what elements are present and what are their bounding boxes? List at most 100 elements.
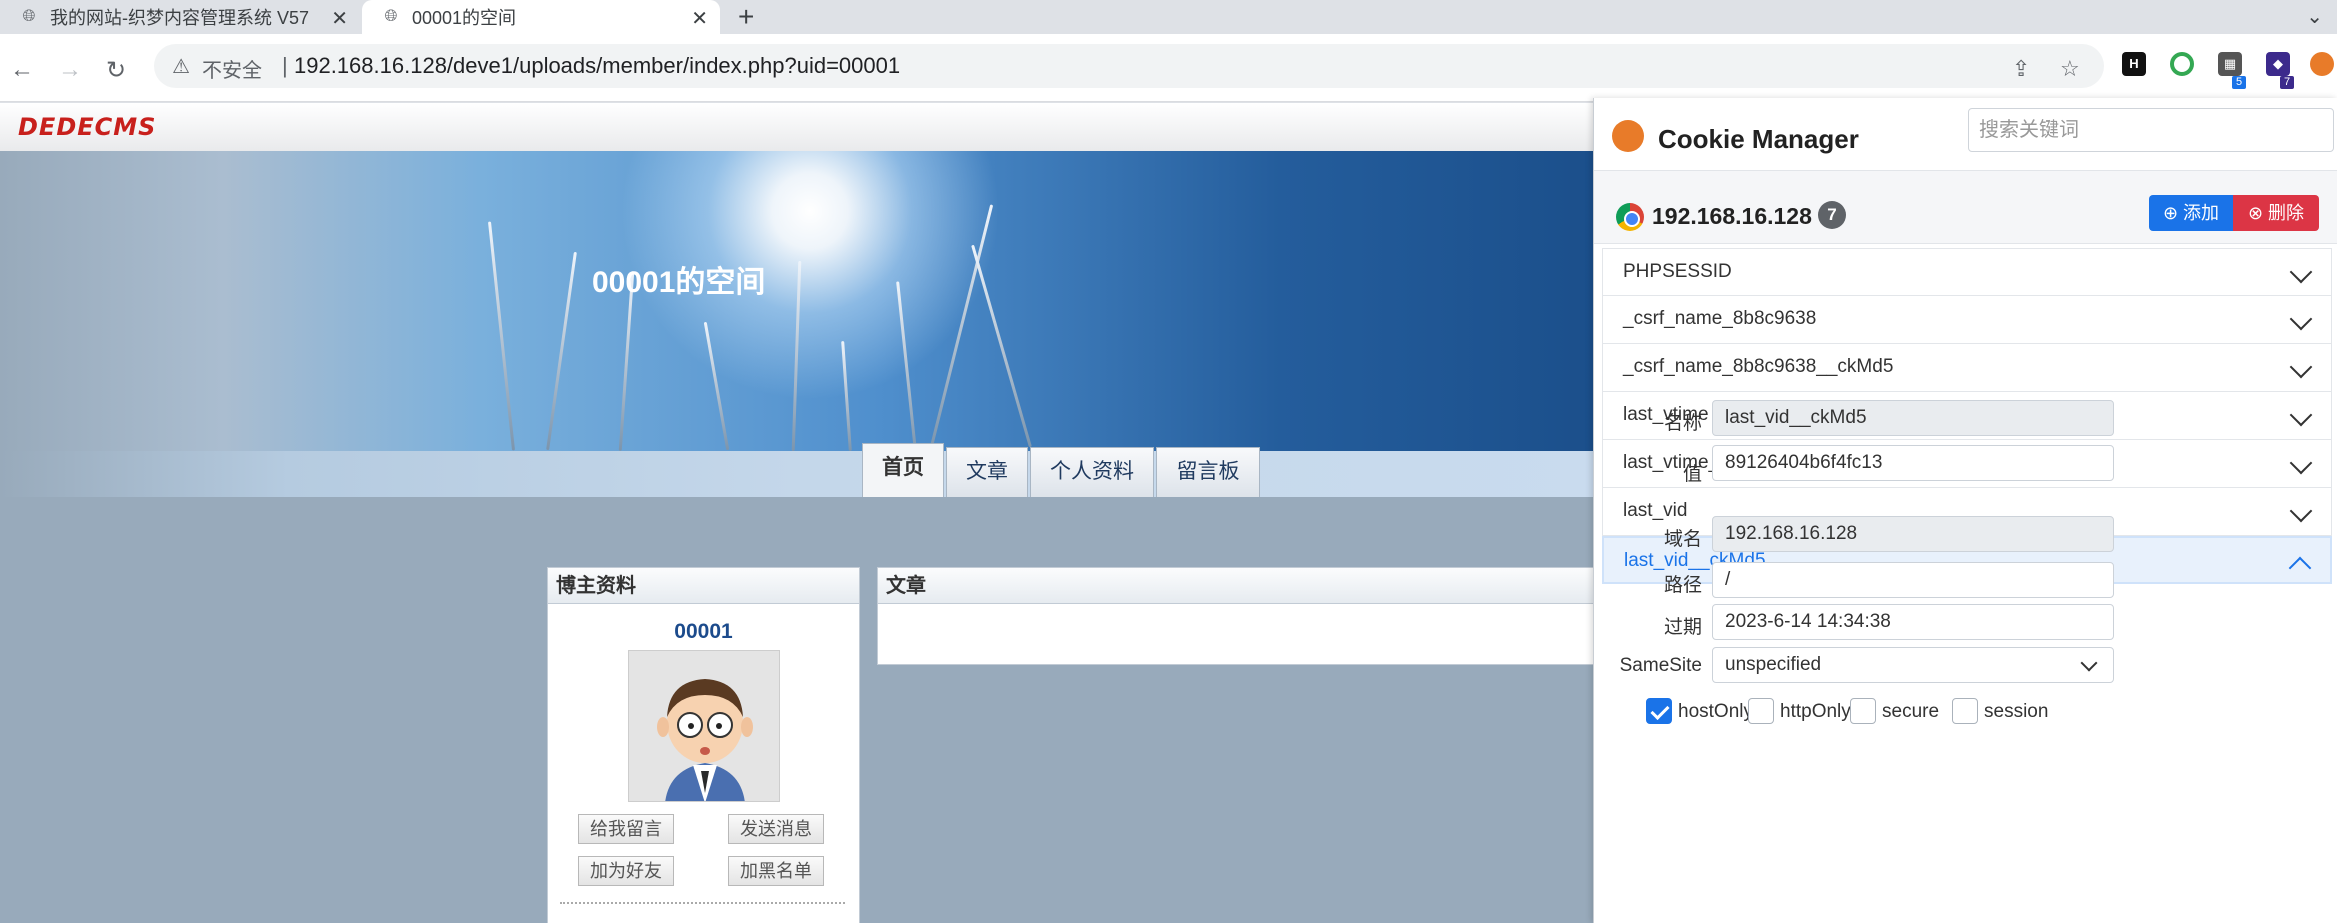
tab-profile[interactable]: 个人资料	[1030, 447, 1154, 497]
web-page: DEDECMS 00001的空间 首页 文章 个人资料 留言板 博主资料 000…	[0, 103, 1600, 923]
secure-checkbox[interactable]	[1850, 698, 1876, 725]
chrome-icon	[1616, 203, 1644, 231]
green-ring-extension-icon[interactable]	[2170, 52, 2194, 76]
tab-strip: 🌐︎ 我的网站-织梦内容管理系统 V57 ✕ 🌐︎ 00001的空间 ✕ + ⌄	[0, 0, 2337, 34]
grass-stalk	[546, 251, 577, 451]
cookie-manager-popup: Cookie Manager 搜索关键词 192.168.16.128 7 ⊕ …	[1593, 98, 2337, 923]
chevron-down-icon[interactable]	[2289, 307, 2313, 331]
globe-icon: 🌐︎	[384, 8, 398, 25]
blacklist-button[interactable]: 加黑名单	[728, 856, 824, 886]
security-status[interactable]: 不安全	[202, 54, 262, 83]
tab-articles[interactable]: 文章	[946, 447, 1028, 497]
back-arrow-icon[interactable]: ←	[10, 56, 34, 84]
cookie-name: _csrf_name_8b8c9638	[1623, 308, 1817, 329]
add-friend-button[interactable]: 加为好友	[578, 856, 674, 886]
x-circle-icon: ⊗	[2247, 203, 2264, 223]
cookie-path-field[interactable]: /	[1712, 561, 2114, 598]
secure-label: secure	[1882, 701, 1940, 723]
chevron-down-icon[interactable]	[2289, 403, 2313, 427]
blogger-username[interactable]: 00001	[548, 620, 859, 644]
graduation-cap-extension-icon[interactable]: ◆	[2266, 52, 2290, 76]
add-label: 添加	[2183, 203, 2220, 223]
globe-icon: 🌐︎	[22, 8, 36, 25]
extension-badge: 7	[2280, 76, 2294, 89]
cartoon-avatar-icon	[629, 651, 779, 801]
forward-arrow-icon[interactable]: →	[58, 56, 82, 84]
tab-dedecms-admin[interactable]: 🌐︎ 我的网站-织梦内容管理系统 V57 ✕	[0, 0, 360, 34]
dotted-divider	[560, 902, 845, 904]
share-icon[interactable]: ⇪	[2012, 56, 2030, 82]
cookie-domain-field[interactable]: 192.168.16.128	[1712, 516, 2114, 553]
cookie-domain: 192.168.16.128	[1652, 203, 1812, 229]
chevron-up-icon[interactable]	[2288, 556, 2312, 580]
profile-panel-title: 博主资料	[548, 568, 859, 604]
new-tab-button[interactable]: +	[738, 1, 754, 33]
samesite-select[interactable]: unspecified	[1712, 647, 2114, 684]
cookie-icon	[1612, 120, 1644, 152]
space-title: 00001的空间	[592, 266, 766, 299]
cookie-row-csrf-name[interactable]: _csrf_name_8b8c9638	[1602, 296, 2332, 344]
httponly-checkbox[interactable]	[1748, 698, 1774, 725]
cookie-row-phpsessid[interactable]: PHPSESSID	[1602, 248, 2332, 296]
samesite-value: unspecified	[1725, 654, 1822, 676]
cookie-manager-title: Cookie Manager	[1658, 124, 1859, 154]
cookie-name: PHPSESSID	[1623, 261, 1732, 282]
name-label: 名称	[1663, 413, 1702, 434]
plus-circle-icon: ⊕	[2162, 203, 2179, 223]
chevron-down-icon[interactable]	[2289, 451, 2313, 475]
warning-icon[interactable]: ⚠	[172, 54, 190, 79]
dedecms-logo[interactable]: DEDECMS	[18, 113, 156, 141]
tab-title: 我的网站-织梦内容管理系统 V57	[50, 8, 310, 28]
cookie-name-field[interactable]: last_vid__ckMd5	[1712, 400, 2114, 436]
site-header-bar: DEDECMS	[0, 103, 1600, 151]
tab-home[interactable]: 首页	[862, 443, 944, 497]
delete-cookie-button[interactable]: ⊗ 删除	[2233, 195, 2319, 231]
path-label: 路径	[1663, 574, 1702, 596]
url-separator: |	[282, 53, 288, 78]
cookie-expires-field[interactable]: 2023-6-14 14:34:38	[1712, 604, 2114, 641]
cookie-value-field[interactable]: 89126404b6f4fc13	[1712, 445, 2114, 482]
article-panel-title: 文章	[878, 568, 1600, 604]
session-checkbox[interactable]	[1952, 698, 1978, 725]
delete-label: 删除	[2268, 203, 2305, 223]
domain-label: 域名	[1663, 529, 1702, 551]
cookie-search-input[interactable]: 搜索关键词	[1968, 108, 2334, 152]
hostonly-checkbox[interactable]	[1646, 698, 1672, 725]
chevron-down-icon[interactable]	[2289, 499, 2313, 523]
httponly-label: httpOnly	[1780, 701, 1851, 723]
leave-message-button[interactable]: 给我留言	[578, 814, 674, 844]
banner-bottom-band	[0, 451, 1600, 497]
space-banner: 00001的空间 首页 文章 个人资料 留言板	[0, 151, 1600, 497]
tab-guestbook[interactable]: 留言板	[1156, 447, 1260, 497]
close-icon[interactable]: ✕	[691, 6, 708, 31]
expires-label: 过期	[1663, 617, 1702, 639]
value-label: 值	[1682, 464, 1702, 486]
chevron-down-icon[interactable]	[2289, 355, 2313, 379]
qrcode-extension-icon[interactable]: ▦	[2218, 52, 2242, 76]
domain-bar: 192.168.16.128 7 ⊕ 添加 ⊗ 删除	[1594, 170, 2337, 244]
chevron-down-icon[interactable]	[2080, 654, 2098, 672]
reload-icon[interactable]: ↻	[106, 56, 126, 85]
avatar[interactable]	[628, 650, 780, 802]
browser-toolbar: ← → ↻ ⚠ 不安全 | 192.168.16.128/deve1/uploa…	[0, 34, 2337, 102]
bookmark-star-icon[interactable]: ☆	[2060, 56, 2080, 82]
grass-stalk	[971, 244, 1032, 448]
send-message-button[interactable]: 发送消息	[728, 814, 824, 844]
address-bar[interactable]: ⚠ 不安全 | 192.168.16.128/deve1/uploads/mem…	[154, 44, 2104, 88]
cookie-extension-icon[interactable]	[2310, 52, 2334, 76]
add-cookie-button[interactable]: ⊕ 添加	[2149, 195, 2233, 231]
profile-panel: 博主资料 00001 给我留言 发送消息 加为好友 加黑名单	[547, 567, 860, 923]
cookie-manager-header: Cookie Manager 搜索关键词	[1594, 98, 2337, 170]
h-extension-icon[interactable]: H	[2122, 52, 2146, 76]
session-label: session	[1984, 701, 2049, 723]
url-text[interactable]: 192.168.16.128/deve1/uploads/member/inde…	[294, 53, 900, 79]
close-icon[interactable]: ✕	[331, 6, 348, 31]
chevron-down-icon[interactable]	[2289, 260, 2313, 284]
cookie-row-csrf-name-ckmd5[interactable]: _csrf_name_8b8c9638__ckMd5	[1602, 344, 2332, 392]
grass-stalk	[487, 221, 516, 451]
hostonly-label: hostOnly	[1678, 701, 1753, 723]
tab-search-chevron-icon[interactable]: ⌄	[2306, 4, 2323, 29]
tab-member-space[interactable]: 🌐︎ 00001的空间 ✕	[362, 0, 720, 34]
cookie-name: _csrf_name_8b8c9638__ckMd5	[1623, 356, 1894, 377]
cookie-name: last_vid	[1623, 500, 1688, 521]
